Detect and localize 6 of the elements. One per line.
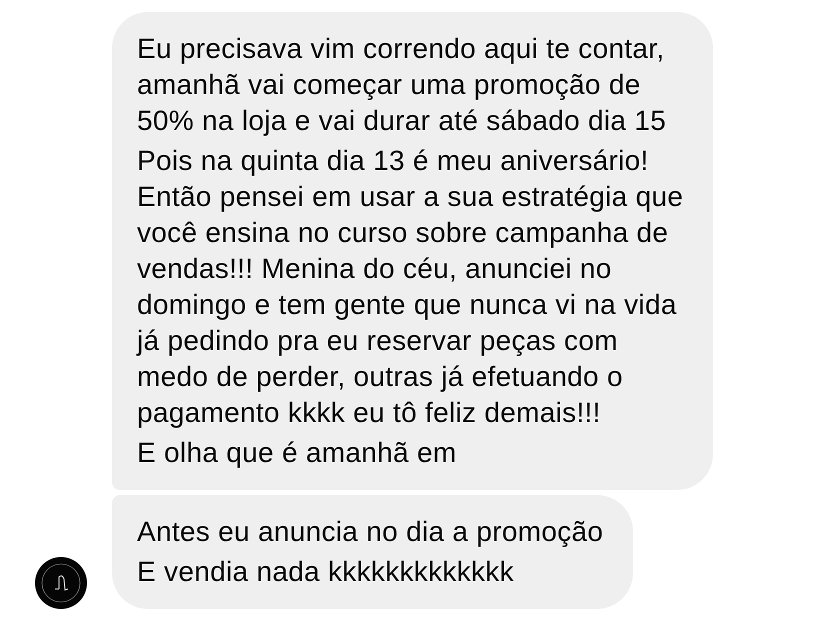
avatar-icon [35, 557, 87, 609]
message-text: Eu precisava vim correndo aqui te contar, amanhã vai começar uma promoção de 50% na loja e vai durar até sábado dia 15 [137, 32, 668, 138]
message-text: E vendia nada kkkkkkkkkkkkk [137, 555, 515, 589]
message-text: Antes eu anuncia no dia a promoção [137, 515, 604, 549]
message-text: E olha que é amanhã em [137, 436, 458, 470]
message-text: Pois na quinta dia 13 é meu aniversário! Então pensei em usar a sua estratégia que você ensina no curso sobre campanha de vendas!!! Menina do céu, anunciei no domingo e tem gente que nunca vi na vida já pedindo pra eu reservar peças com medo de perder, outras já efetuando o pagamento kkkk eu tô feliz demais!!! [137, 144, 684, 430]
